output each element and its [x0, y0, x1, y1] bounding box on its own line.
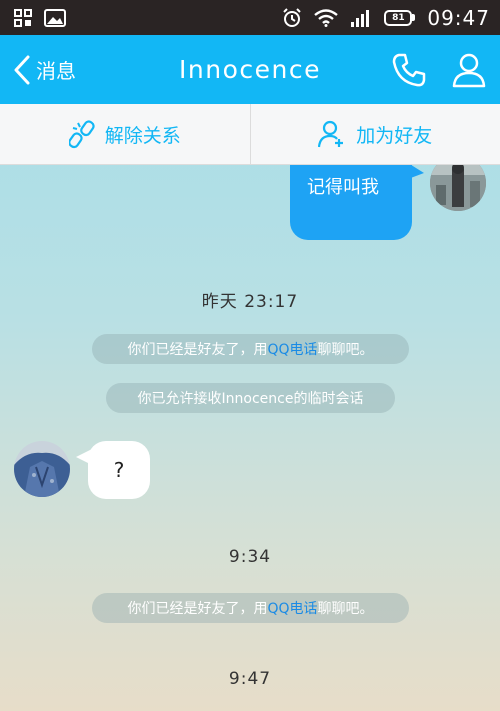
incoming-message-text: ? [113, 458, 125, 482]
outgoing-bubble-tail [408, 165, 424, 179]
add-friend-icon [318, 120, 344, 148]
self-avatar[interactable] [430, 165, 486, 211]
outgoing-message-text: 记得叫我 [307, 177, 379, 198]
outgoing-message-bubble[interactable]: 记得叫我 [290, 165, 412, 240]
chat-header: 消息 Innocence [0, 35, 500, 104]
battery-level: 81 [384, 9, 413, 26]
wifi-icon [314, 8, 339, 27]
incoming-message-bubble[interactable]: ? [88, 441, 150, 499]
system-notice-friend: 你们已经是好友了，用 QQ电话 聊聊吧。 [92, 334, 409, 364]
add-friend-button[interactable]: 加为好友 [251, 104, 500, 164]
notice-text: 聊聊吧。 [317, 601, 374, 617]
system-notice-temp-chat: 你已允许接收Innocence的临时会话 [106, 383, 395, 413]
contact-avatar[interactable] [14, 441, 70, 497]
add-friend-label: 加为好友 [356, 124, 433, 147]
alarm-icon [283, 7, 302, 27]
timestamp: 昨天 23:17 [201, 292, 299, 312]
qq-call-link[interactable]: QQ电话 [267, 598, 317, 618]
notice-text: 聊聊吧。 [317, 342, 374, 358]
notice-text: 你们已经是好友了，用 [127, 342, 268, 358]
grid-icon [14, 8, 32, 27]
action-bar: 解除关系 加为好友 [0, 104, 500, 165]
unlink-icon [68, 120, 95, 149]
phone-icon[interactable] [390, 51, 428, 89]
timestamp: 9:34 [228, 547, 272, 567]
battery-icon: 81 [384, 9, 416, 26]
timestamp: 9:47 [228, 669, 272, 689]
system-notice-friend: 你们已经是好友了，用 QQ电话 聊聊吧。 [92, 593, 409, 623]
status-time: 09:47 [427, 5, 490, 30]
status-left [14, 8, 66, 27]
notice-text: 你已允许接收Innocence的临时会话 [137, 391, 364, 407]
qq-call-link[interactable]: QQ电话 [267, 339, 317, 359]
signal-icon [351, 9, 370, 27]
image-icon [44, 8, 66, 27]
status-bar: 81 09:47 [0, 0, 500, 35]
status-right: 81 09:47 [282, 6, 490, 30]
notice-text: 你们已经是好友了，用 [127, 601, 268, 617]
profile-icon[interactable] [450, 51, 488, 89]
chat-area[interactable]: 记得叫我 昨天 23:17 你们已经是好友了，用 QQ电话 聊聊吧。 你已允许接收I… [0, 165, 500, 711]
unlink-label: 解除关系 [104, 124, 181, 147]
unlink-button[interactable]: 解除关系 [0, 104, 250, 164]
